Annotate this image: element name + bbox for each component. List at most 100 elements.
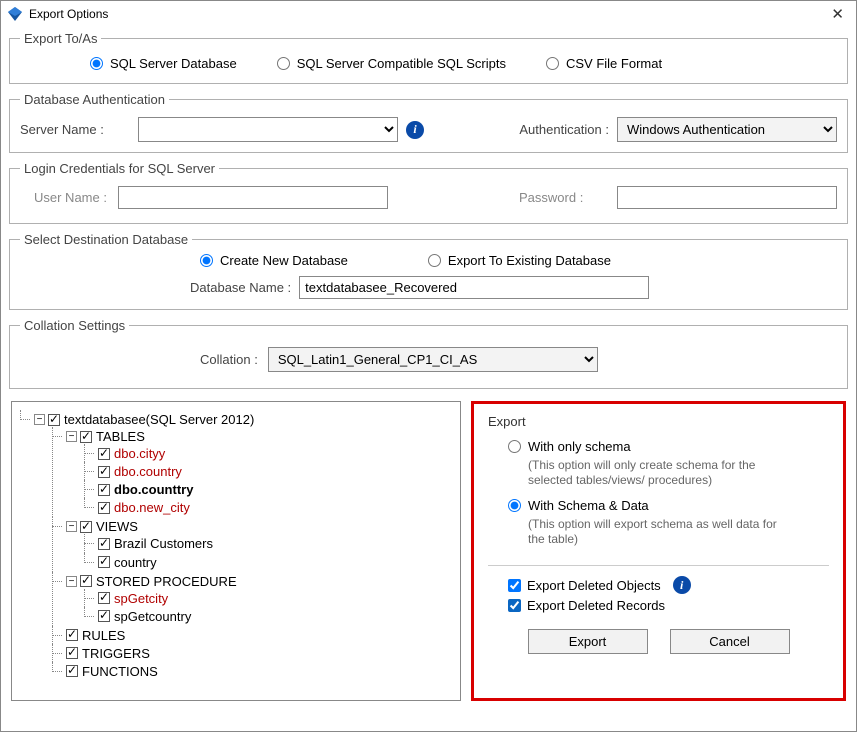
- tree-checkbox[interactable]: [98, 538, 110, 550]
- tree-item[interactable]: dbo.country: [84, 462, 454, 480]
- authentication-select[interactable]: Windows Authentication: [617, 117, 837, 142]
- app-icon: [7, 6, 23, 22]
- export-to-as-group: Export To/As SQL Server Database SQL Ser…: [9, 31, 848, 84]
- tree-views[interactable]: − VIEWS Brazil Customers country: [52, 517, 454, 571]
- chk-export-deleted-records[interactable]: [508, 599, 521, 612]
- login-credentials-legend: Login Credentials for SQL Server: [20, 161, 219, 176]
- collation-label: Collation :: [200, 352, 258, 367]
- login-credentials-group: Login Credentials for SQL Server User Na…: [9, 161, 848, 224]
- tree-checkbox[interactable]: [98, 592, 110, 604]
- radio-sql-database[interactable]: SQL Server Database: [90, 56, 237, 71]
- tree-item[interactable]: dbo.counttry: [84, 480, 454, 498]
- radio-schema-data[interactable]: With Schema & Data: [488, 498, 649, 513]
- username-input[interactable]: [118, 186, 388, 209]
- tree-checkbox[interactable]: [98, 484, 110, 496]
- radio-schema-only[interactable]: With only schema: [488, 439, 631, 454]
- tree-checkbox[interactable]: [98, 466, 110, 478]
- password-input[interactable]: [617, 186, 837, 209]
- collapse-icon[interactable]: −: [34, 414, 45, 425]
- radio-csv-label: CSV File Format: [566, 56, 662, 71]
- collapse-icon[interactable]: −: [66, 431, 77, 442]
- table-label: dbo.counttry: [114, 482, 193, 497]
- radio-csv[interactable]: CSV File Format: [546, 56, 662, 71]
- export-options-dialog: Export Options ✕ Export To/As SQL Server…: [0, 0, 857, 732]
- database-name-input[interactable]: [299, 276, 649, 299]
- tree-checkbox[interactable]: [66, 629, 78, 641]
- tree-stored-procedures[interactable]: − STORED PROCEDURE spGetcity spGetcountry: [52, 572, 454, 626]
- functions-label: FUNCTIONS: [82, 664, 158, 679]
- password-label: Password :: [519, 190, 609, 205]
- tree-checkbox[interactable]: [98, 556, 110, 568]
- radio-existing-db[interactable]: Export To Existing Database: [428, 253, 611, 268]
- tree-checkbox[interactable]: [80, 575, 92, 587]
- radio-schema-data-label: With Schema & Data: [528, 498, 649, 513]
- radio-sql-database-input[interactable]: [90, 57, 103, 70]
- radio-sql-scripts[interactable]: SQL Server Compatible SQL Scripts: [277, 56, 506, 71]
- titlebar: Export Options ✕: [1, 1, 856, 27]
- username-label: User Name :: [20, 190, 110, 205]
- sp-label: STORED PROCEDURE: [96, 574, 237, 589]
- tree-item[interactable]: spGetcity: [84, 589, 454, 607]
- view-label: Brazil Customers: [114, 537, 213, 552]
- collapse-icon[interactable]: −: [66, 576, 77, 587]
- radio-sql-scripts-input[interactable]: [277, 57, 290, 70]
- radio-csv-input[interactable]: [546, 57, 559, 70]
- authentication-label: Authentication :: [519, 122, 609, 137]
- collapse-icon[interactable]: −: [66, 521, 77, 532]
- close-button[interactable]: ✕: [825, 5, 850, 23]
- tree-root-label: textdatabasee(SQL Server 2012): [64, 412, 254, 427]
- schema-only-note: (This option will only create schema for…: [488, 456, 778, 498]
- tree-checkbox[interactable]: [80, 431, 92, 443]
- radio-schema-data-input[interactable]: [508, 499, 521, 512]
- views-label: VIEWS: [96, 519, 138, 534]
- tree-checkbox[interactable]: [48, 414, 60, 426]
- table-label: dbo.new_city: [114, 500, 190, 515]
- radio-create-new-db-input[interactable]: [200, 254, 213, 267]
- db-auth-legend: Database Authentication: [20, 92, 169, 107]
- info-icon[interactable]: i: [673, 576, 691, 594]
- sp-item-label: spGetcountry: [114, 609, 191, 624]
- tree-checkbox[interactable]: [98, 502, 110, 514]
- collation-legend: Collation Settings: [20, 318, 129, 333]
- radio-sql-scripts-label: SQL Server Compatible SQL Scripts: [297, 56, 506, 71]
- object-tree[interactable]: − textdatabasee(SQL Server 2012) − TABLES …: [11, 401, 461, 701]
- radio-schema-only-input[interactable]: [508, 440, 521, 453]
- radio-existing-db-input[interactable]: [428, 254, 441, 267]
- tree-checkbox[interactable]: [98, 448, 110, 460]
- export-to-as-legend: Export To/As: [20, 31, 101, 46]
- triggers-label: TRIGGERS: [82, 646, 150, 661]
- tree-item[interactable]: Brazil Customers: [84, 534, 454, 552]
- tree-tables[interactable]: − TABLES dbo.cityy dbo.country dbo.countt…: [52, 427, 454, 517]
- tree-rules[interactable]: RULES: [52, 626, 454, 644]
- destination-db-legend: Select Destination Database: [20, 232, 192, 247]
- tree-checkbox[interactable]: [80, 521, 92, 533]
- radio-create-new-db[interactable]: Create New Database: [200, 253, 348, 268]
- export-options-panel: Export With only schema (This option wil…: [471, 401, 846, 701]
- collation-group: Collation Settings Collation : SQL_Latin…: [9, 318, 848, 389]
- tree-item[interactable]: spGetcountry: [84, 607, 454, 625]
- tree-root[interactable]: − textdatabasee(SQL Server 2012) − TABLES …: [20, 410, 454, 681]
- radio-schema-only-label: With only schema: [528, 439, 631, 454]
- table-label: dbo.country: [114, 464, 182, 479]
- view-label: country: [114, 555, 157, 570]
- tree-checkbox[interactable]: [98, 610, 110, 622]
- tree-checkbox[interactable]: [66, 647, 78, 659]
- tree-triggers[interactable]: TRIGGERS: [52, 644, 454, 662]
- tree-item[interactable]: dbo.cityy: [84, 444, 454, 462]
- destination-db-group: Select Destination Database Create New D…: [9, 232, 848, 310]
- radio-create-new-db-label: Create New Database: [220, 253, 348, 268]
- cancel-button[interactable]: Cancel: [670, 629, 790, 654]
- chk-export-deleted-records-label: Export Deleted Records: [527, 598, 665, 613]
- db-auth-group: Database Authentication Server Name : i …: [9, 92, 848, 153]
- collation-select[interactable]: SQL_Latin1_General_CP1_CI_AS: [268, 347, 598, 372]
- tree-functions[interactable]: FUNCTIONS: [52, 662, 454, 680]
- tree-item[interactable]: country: [84, 553, 454, 571]
- export-button[interactable]: Export: [528, 629, 648, 654]
- chk-export-deleted-objects[interactable]: [508, 579, 521, 592]
- tree-checkbox[interactable]: [66, 665, 78, 677]
- info-icon[interactable]: i: [406, 121, 424, 139]
- tree-item[interactable]: dbo.new_city: [84, 498, 454, 516]
- radio-existing-db-label: Export To Existing Database: [448, 253, 611, 268]
- server-name-select[interactable]: [138, 117, 398, 142]
- tables-label: TABLES: [96, 429, 145, 444]
